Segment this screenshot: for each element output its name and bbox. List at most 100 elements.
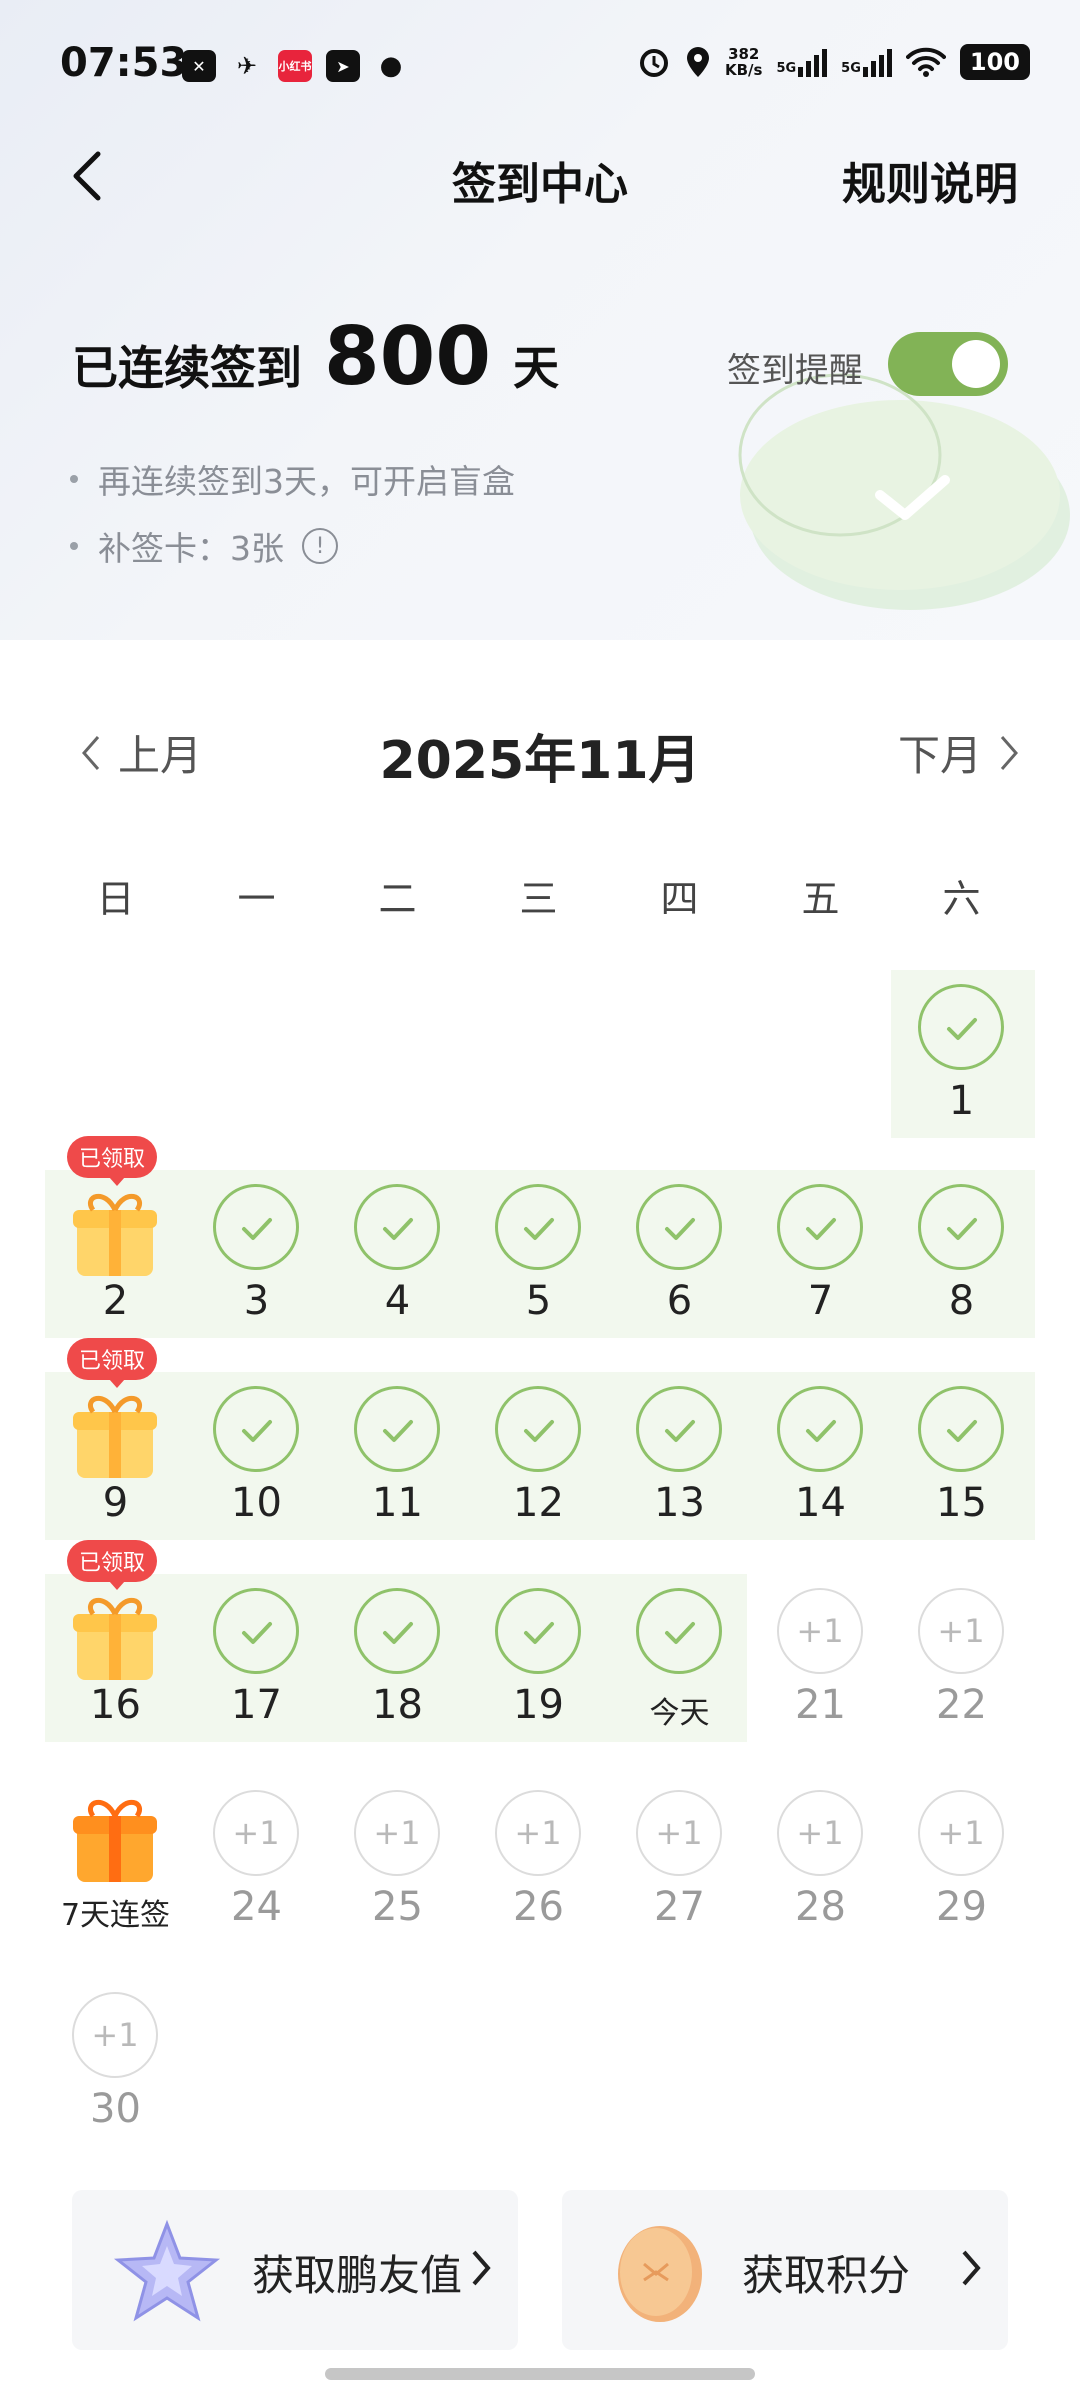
day-cell[interactable]: +1 25 <box>327 1776 468 1946</box>
checked-circle <box>354 1588 440 1674</box>
x-app-icon: ✕ <box>182 50 216 82</box>
gift-box-icon <box>73 1597 157 1680</box>
day-number: 15 <box>936 1480 987 1526</box>
location-icon <box>686 47 709 77</box>
check-icon <box>947 1218 977 1240</box>
friend-value-label: 获取鹏友值 <box>252 2251 463 2300</box>
today-label: 今天 <box>649 1696 710 1731</box>
streak-unit: 天 <box>513 341 559 395</box>
day-number: 13 <box>654 1480 705 1526</box>
day-cell[interactable]: +1 22 <box>891 1574 1032 1744</box>
get-points-button[interactable]: 获取积分 <box>562 2190 1008 2350</box>
checked-circle <box>213 1588 299 1674</box>
battery-indicator: 100 <box>959 44 1030 80</box>
day-number: 2 <box>102 1278 129 1324</box>
day-number: 22 <box>936 1682 987 1728</box>
claimed-badge: 已领取 <box>67 1136 158 1186</box>
star-icon <box>113 2219 221 2322</box>
checked-circle <box>354 1184 440 1270</box>
telegram-icon: ➤ <box>326 50 360 82</box>
day-cell[interactable]: +1 24 <box>186 1776 327 1946</box>
weekly-gift-cell[interactable]: 7天连签 <box>45 1776 186 1946</box>
rules-link[interactable]: 规则说明 <box>842 148 1018 212</box>
check-icon <box>242 1622 272 1644</box>
plus-one-circle: +1 <box>213 1790 299 1876</box>
day-cell[interactable]: 7 <box>750 1170 891 1340</box>
day-cell[interactable]: 8 <box>891 1170 1032 1340</box>
check-icon <box>524 1218 554 1240</box>
day-cell[interactable]: 5 <box>468 1170 609 1340</box>
claimed-badge: 已领取 <box>67 1338 158 1388</box>
chevron-right-icon <box>1000 735 1018 770</box>
day-cell[interactable]: 10 <box>186 1372 327 1542</box>
day-cell-gift[interactable]: 已领取 2 <box>45 1136 186 1340</box>
check-icon <box>383 1218 413 1240</box>
check-icon <box>383 1622 413 1644</box>
checked-circle <box>777 1184 863 1270</box>
checked-circle <box>213 1386 299 1472</box>
day-cell[interactable]: 17 <box>186 1574 327 1744</box>
day-cell[interactable]: +1 30 <box>45 1978 186 2148</box>
day-number: 5 <box>525 1278 552 1324</box>
day-cell[interactable]: +1 21 <box>750 1574 891 1744</box>
alarm-icon <box>639 49 668 77</box>
day-number: 26 <box>513 1884 564 1930</box>
plus-one-circle: +1 <box>72 1992 158 2078</box>
plus-one-circle: +1 <box>636 1790 722 1876</box>
info-icon[interactable]: ! <box>302 528 338 564</box>
checked-circle <box>636 1184 722 1270</box>
signal-2-icon: 5G <box>841 47 892 77</box>
streak-summary: 已连续签到 800 天 <box>72 310 559 403</box>
day-cell[interactable]: 3 <box>186 1170 327 1340</box>
weekday-tue: 二 <box>378 877 417 921</box>
check-icon <box>947 1018 977 1040</box>
next-month-button[interactable]: 下月 <box>898 722 1020 783</box>
plus-one-circle: +1 <box>918 1790 1004 1876</box>
bullet-dot <box>70 475 78 483</box>
day-cell[interactable]: +1 27 <box>609 1776 750 1946</box>
day-cell[interactable]: 14 <box>750 1372 891 1542</box>
weekday-fri: 五 <box>801 877 840 921</box>
day-cell[interactable]: 13 <box>609 1372 750 1542</box>
check-icon <box>947 1420 977 1442</box>
day-cell[interactable]: 15 <box>891 1372 1032 1542</box>
day-cell[interactable]: 18 <box>327 1574 468 1744</box>
day-cell[interactable]: 1 <box>891 970 1032 1140</box>
checked-circle <box>777 1386 863 1472</box>
day-cell[interactable]: 6 <box>609 1170 750 1340</box>
reminder-toggle[interactable] <box>888 332 1008 396</box>
system-icons: 382 KB/s 5G 5G 100 <box>637 44 1030 80</box>
day-cell[interactable]: 11 <box>327 1372 468 1542</box>
day-number: 27 <box>654 1884 705 1930</box>
day-cell[interactable]: +1 28 <box>750 1776 891 1946</box>
day-number: 11 <box>372 1480 423 1526</box>
get-friend-value-button[interactable]: 获取鹏友值 <box>72 2190 518 2350</box>
home-indicator[interactable] <box>325 2368 755 2380</box>
weekday-thu: 四 <box>660 877 699 921</box>
plus-one-circle: +1 <box>354 1790 440 1876</box>
day-number: 18 <box>372 1682 423 1728</box>
day-cell[interactable]: +1 29 <box>891 1776 1032 1946</box>
weekday-header: 日 一 二 三 四 五 六 <box>45 868 1035 923</box>
day-cell-today[interactable]: 今天 <box>609 1574 750 1744</box>
day-cell[interactable]: 4 <box>327 1170 468 1340</box>
check-icon <box>806 1218 836 1240</box>
day-number: 16 <box>90 1682 141 1728</box>
day-number: 3 <box>243 1278 270 1324</box>
check-icon <box>383 1420 413 1442</box>
chevron-right-icon <box>472 2250 491 2286</box>
day-cell-gift[interactable]: 已领取 9 <box>45 1338 186 1542</box>
checked-circle <box>636 1386 722 1472</box>
hint-makeup-cards: 补签卡：3张 ! <box>70 522 338 570</box>
day-number: 24 <box>231 1884 282 1930</box>
day-number: 14 <box>795 1480 846 1526</box>
plus-one-circle: +1 <box>777 1790 863 1876</box>
day-number: 10 <box>231 1480 282 1526</box>
plane-app-icon: ✈ <box>236 52 258 80</box>
day-cell[interactable]: 19 <box>468 1574 609 1744</box>
status-time: 07:53 <box>60 40 188 86</box>
day-cell-gift[interactable]: 已领取 16 <box>45 1540 186 1744</box>
day-cell[interactable]: 12 <box>468 1372 609 1542</box>
gift-box-icon <box>73 1799 157 1882</box>
day-cell[interactable]: +1 26 <box>468 1776 609 1946</box>
